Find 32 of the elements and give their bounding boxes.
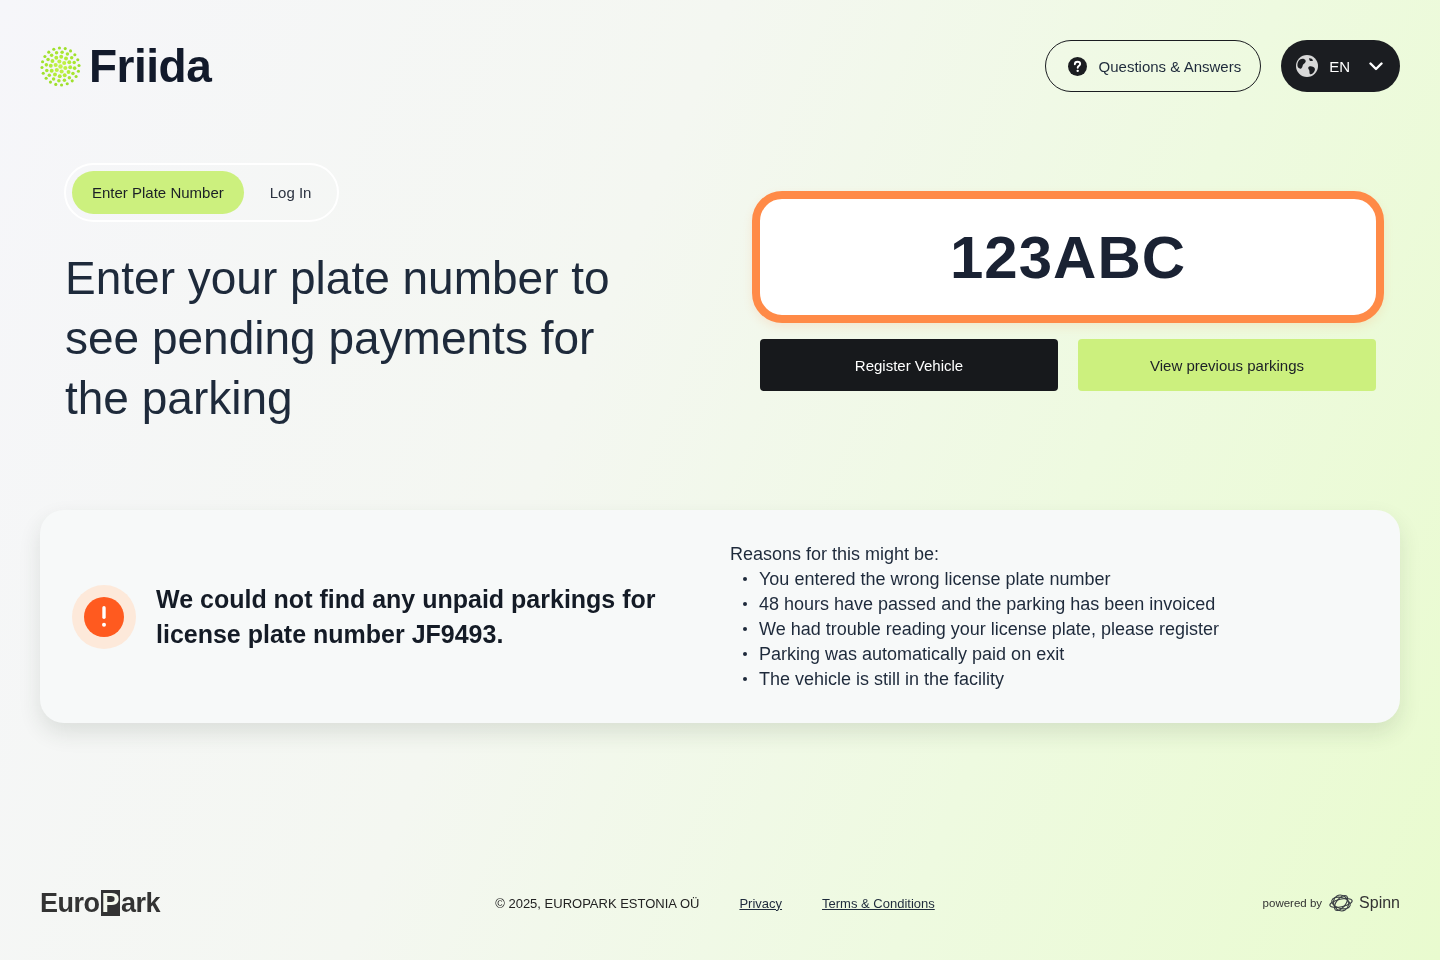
page-heading: Enter your plate number to see pending payments for the parking bbox=[65, 251, 611, 426]
reason-text: We had trouble reading your license plate, please register bbox=[759, 618, 1219, 640]
reason-text: 48 hours have passed and the parking has been invoiced bbox=[759, 593, 1216, 615]
dotted-sun-logo-icon bbox=[40, 45, 81, 87]
footer-link[interactable]: Terms & Conditions bbox=[822, 895, 935, 911]
partner-name: Spinn bbox=[1359, 894, 1400, 912]
reason-text: Parking was automatically paid on exit bbox=[759, 643, 1065, 665]
plate-number-field[interactable]: 123ABC bbox=[752, 191, 1384, 323]
europark-logo: EuroPark bbox=[40, 889, 161, 917]
bullet-icon bbox=[743, 577, 747, 581]
tab[interactable]: Log In bbox=[249, 171, 332, 214]
bullet-icon bbox=[743, 677, 747, 681]
language-button[interactable]: EN bbox=[1281, 40, 1400, 92]
logo-wordmark: Friida bbox=[89, 43, 212, 89]
swirl-logo-icon bbox=[1328, 893, 1355, 913]
chevron-down-icon bbox=[1369, 61, 1383, 71]
alert-message: We could not find any unpaid parkings for license plate number JF9493. bbox=[156, 583, 657, 650]
bullet-icon bbox=[743, 627, 747, 631]
tab[interactable]: Enter Plate Number bbox=[72, 171, 244, 214]
powered-by-text: powered by bbox=[1262, 897, 1323, 909]
view-parkings-button[interactable]: View previous parkings bbox=[1078, 339, 1376, 391]
bullet-icon bbox=[743, 602, 747, 606]
footer-link[interactable]: Privacy bbox=[739, 895, 783, 911]
exclamation-icon bbox=[72, 584, 136, 649]
reasons-title: Reasons for this might be: bbox=[730, 542, 940, 566]
copyright-text: © 2025, EUROPARK ESTONIA OÜ bbox=[495, 895, 700, 911]
question-mark-icon bbox=[1067, 56, 1087, 76]
bullet-icon bbox=[743, 652, 747, 656]
register-vehicle-button[interactable]: Register Vehicle bbox=[760, 339, 1058, 391]
globe-icon bbox=[1296, 55, 1319, 77]
reason-text: The vehicle is still in the facility bbox=[759, 668, 1005, 690]
reason-text: You entered the wrong license plate number bbox=[759, 568, 1111, 590]
